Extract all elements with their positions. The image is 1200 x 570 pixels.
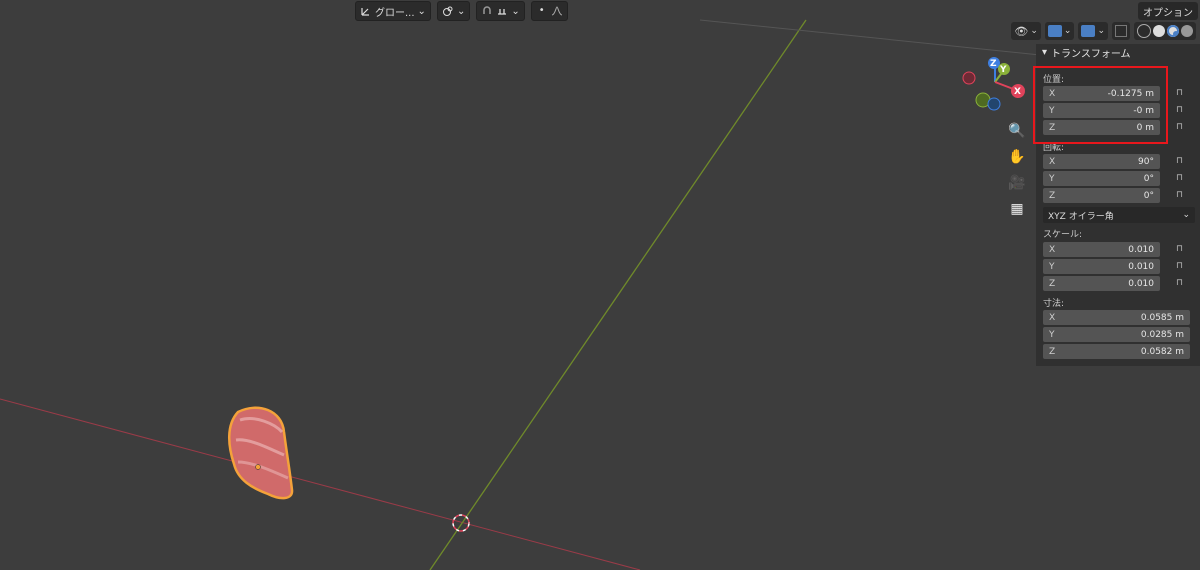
options-button[interactable]: オプション [1138,2,1198,20]
overlays-icon [1081,25,1096,37]
overlays-dropdown[interactable]: ⌄ [1078,22,1108,40]
falloff-curve-icon [551,6,562,16]
lock-icon[interactable]: ⊓ [1176,88,1187,99]
visibility-dropdown[interactable]: 👁 ⌄ [1011,22,1041,40]
chevron-down-icon: ⌄ [417,5,426,17]
gizmo-x-label: X [1014,87,1021,97]
lock-icon[interactable]: ⊓ [1176,105,1187,116]
rotation-mode-value: XYZ オイラー角 [1048,211,1114,222]
rotation-y-field[interactable]: Y 0° [1043,171,1160,186]
3d-cursor [452,514,470,532]
viewport-header-right: 👁 ⌄ ⌄ ⌄ [1011,22,1196,40]
dimensions-y-field[interactable]: Y 0.0285 m [1043,327,1190,342]
chevron-down-icon: ⌄ [1097,26,1105,36]
axis-label: Z [1049,278,1056,289]
collapse-triangle-icon[interactable]: ▾ [1042,47,1047,58]
orientation-icon [361,8,369,16]
axis-label: Y [1049,261,1055,272]
chevron-down-icon: ⌄ [511,5,520,17]
transform-orientation-dropdown[interactable]: グロー... ⌄ [355,1,431,21]
3d-viewport[interactable]: Z Y X [0,0,1200,570]
shading-modes[interactable] [1134,22,1196,40]
y-axis-line [429,19,807,570]
rotation-z-field[interactable]: Z 0° [1043,188,1160,203]
axis-label: X [1049,312,1056,323]
dimensions-x-field[interactable]: X 0.0585 m [1043,310,1190,325]
gizmo-dropdown[interactable]: ⌄ [1044,22,1075,40]
camera-icon[interactable]: 🎥 [1006,174,1028,192]
field-value: 0.010 [1128,244,1154,255]
rotation-mode-select[interactable]: XYZ オイラー角 ⌄ [1043,207,1195,223]
pivot-icon [442,6,453,16]
dimensions-z-field[interactable]: Z 0.0582 m [1043,344,1190,359]
location-highlight-box [1033,66,1168,144]
grid-perspective-icon[interactable]: ▦ [1006,200,1028,218]
gizmo-z-label: Z [990,59,997,69]
eye-icon: 👁 [1014,24,1029,38]
header-toolbar: グロー... ⌄ ⌄ ⌄ • [355,1,568,21]
lock-icon[interactable]: ⊓ [1176,122,1187,133]
hand-pan-icon[interactable]: ✋ [1006,148,1028,166]
wireframe-shading-icon[interactable] [1137,24,1151,38]
axis-label: Z [1049,346,1056,357]
viewport-canvas[interactable]: Z Y X [0,0,1200,570]
sushi-object [228,406,294,500]
chevron-down-icon: ⌄ [1030,26,1038,36]
field-value: 0.010 [1128,261,1154,272]
scale-label: スケール: [1043,230,1083,240]
scale-y-field[interactable]: Y 0.010 [1043,259,1160,274]
snap-increment-icon [498,9,507,15]
solid-shading-icon[interactable] [1153,25,1165,37]
lock-icon[interactable]: ⊓ [1176,261,1187,272]
material-preview-icon[interactable] [1167,25,1179,37]
lock-icon[interactable]: ⊓ [1176,173,1187,184]
snap-dropdown[interactable]: ⌄ [476,1,525,21]
rendered-shading-icon[interactable] [1181,25,1193,37]
xray-toggle[interactable] [1112,22,1130,40]
chevron-down-icon: ⌄ [456,5,466,17]
gizmo-icon [1047,25,1062,37]
field-value: 90° [1138,156,1154,167]
rotation-x-field[interactable]: X 90° [1043,154,1160,169]
dimensions-label: 寸法: [1043,299,1065,309]
lock-icon[interactable]: ⊓ [1176,156,1187,167]
axis-label: Y [1049,173,1055,184]
axis-label: X [1049,244,1056,255]
chevron-down-icon: ⌄ [1182,210,1190,220]
magnet-icon [483,6,492,14]
lock-icon[interactable]: ⊓ [1176,278,1187,289]
scale-x-field[interactable]: X 0.010 [1043,242,1160,257]
field-value: 0.0585 m [1140,312,1184,323]
axis-label: Z [1049,190,1056,201]
orientation-label: グロー... [375,7,415,19]
field-value: 0.010 [1128,278,1154,289]
zoom-icon[interactable]: 🔍 [1006,122,1028,140]
chevron-down-icon: ⌄ [1063,26,1072,36]
pivot-point-dropdown[interactable]: ⌄ [436,1,471,21]
proportional-editing-dropdown[interactable]: • [530,1,568,21]
axis-label: Y [1049,329,1055,340]
field-value: 0.0285 m [1140,329,1184,340]
axis-label: X [1049,156,1056,167]
panel-title: トランスフォーム [1051,48,1131,60]
x-axis-line [0,398,641,570]
panel-header[interactable]: ▾ トランスフォーム [1036,44,1200,60]
navigation-gizmo: Z Y X [962,57,1025,111]
navigation-controls: 🔍 ✋ 🎥 ▦ [1006,122,1028,218]
proportional-editing-icon: • [538,5,545,16]
lock-icon[interactable]: ⊓ [1176,190,1187,201]
field-value: 0° [1143,173,1154,184]
scale-z-field[interactable]: Z 0.010 [1043,276,1160,291]
field-value: 0.0582 m [1140,346,1184,357]
lock-icon[interactable]: ⊓ [1176,244,1187,255]
xray-icon [1115,25,1127,37]
horizon-line [699,19,1041,56]
field-value: 0° [1143,190,1154,201]
gizmo-y-label: Y [999,65,1007,75]
